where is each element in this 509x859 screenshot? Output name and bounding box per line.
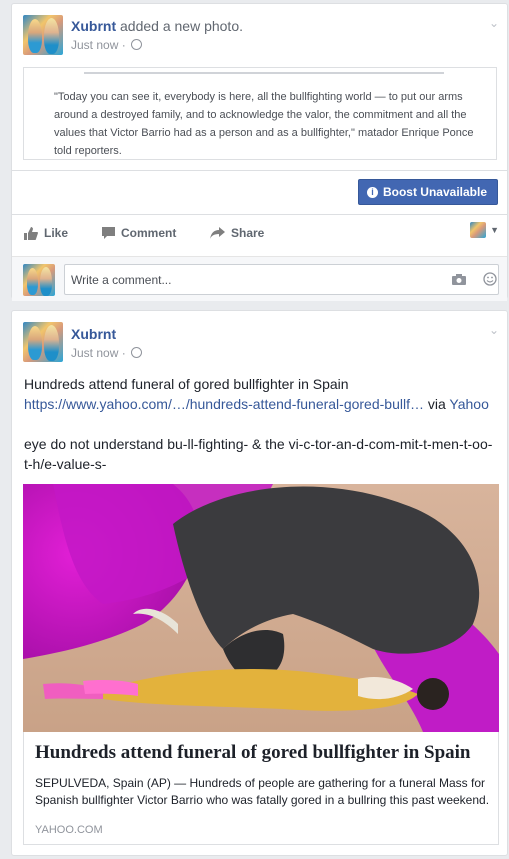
- link-preview-card[interactable]: Hundreds attend funeral of gored bullfig…: [23, 732, 499, 845]
- cropped-text-remnant: [84, 68, 444, 74]
- thumbs-up-icon: [24, 226, 38, 240]
- link-preview-description: SEPULVEDA, Spain (AP) — Hundreds of peop…: [35, 776, 490, 807]
- comment-button[interactable]: Comment: [102, 226, 176, 240]
- divider: [12, 170, 507, 171]
- post-url-link[interactable]: https://www.yahoo.com/…/hundreds-attend-…: [24, 396, 424, 412]
- link-preview-domain: YAHOO.COM: [35, 824, 103, 836]
- post-text: Hundreds attend funeral of gored bullfig…: [24, 374, 494, 474]
- share-label: Share: [231, 226, 265, 240]
- comment-input[interactable]: Write a comment...: [64, 264, 499, 295]
- small-avatar: [470, 222, 487, 238]
- info-icon: i: [366, 186, 378, 198]
- post-meta: Just now ·: [71, 38, 143, 52]
- comment-composer: Write a comment...: [12, 256, 507, 301]
- bullfight-photo: [23, 484, 499, 732]
- author-name[interactable]: Xubrnt: [71, 326, 116, 342]
- link-preview-image[interactable]: [23, 484, 499, 732]
- author-avatar[interactable]: [23, 322, 63, 362]
- post-card-photo: Xubrnt added a new photo. Just now · ⌄ "…: [11, 3, 508, 301]
- caret-down-icon: ▼: [490, 225, 499, 235]
- post-link-line: https://www.yahoo.com/…/hundreds-attend-…: [24, 394, 494, 414]
- comment-icon: [102, 227, 115, 239]
- post-as-selector[interactable]: ▼: [470, 222, 499, 238]
- post-comment-text: eye do not understand bu-ll-fighting- & …: [24, 436, 493, 472]
- like-label: Like: [44, 226, 69, 240]
- timestamp[interactable]: Just now: [71, 38, 118, 52]
- camera-icon[interactable]: [452, 274, 466, 285]
- share-button[interactable]: Share: [210, 226, 264, 240]
- comment-placeholder: Write a comment...: [71, 273, 172, 287]
- globe-icon: [131, 39, 143, 50]
- via-text: via: [427, 396, 446, 412]
- author-avatar[interactable]: [23, 15, 63, 55]
- commenter-avatar: [23, 264, 55, 296]
- author-name[interactable]: Xubrnt: [71, 18, 116, 34]
- quote-text: "Today you can see it, everybody is here…: [54, 91, 474, 157]
- boost-button[interactable]: i Boost Unavailable: [357, 179, 498, 205]
- post-meta: Just now ·: [71, 346, 143, 360]
- link-preview-title[interactable]: Hundreds attend funeral of gored bullfig…: [35, 742, 471, 764]
- quoted-text-image[interactable]: "Today you can see it, everybody is here…: [23, 67, 497, 160]
- post-header: Xubrnt added a new photo.: [71, 18, 243, 34]
- globe-icon: [131, 347, 143, 358]
- chevron-down-icon[interactable]: ⌄: [489, 16, 499, 30]
- post-card-link: Xubrnt Just now · ⌄ Hundreds attend fune…: [11, 310, 508, 856]
- share-icon: [210, 227, 225, 239]
- divider: [12, 214, 507, 215]
- like-button[interactable]: Like: [24, 226, 68, 240]
- chevron-down-icon[interactable]: ⌄: [489, 323, 499, 337]
- boost-label: Boost Unavailable: [382, 185, 487, 199]
- emoji-icon[interactable]: [483, 272, 497, 286]
- via-source-link[interactable]: Yahoo: [449, 396, 488, 412]
- comment-label: Comment: [121, 226, 177, 240]
- post-action-text: added a new photo.: [120, 18, 243, 34]
- post-text-line: Hundreds attend funeral of gored bullfig…: [24, 376, 349, 392]
- timestamp[interactable]: Just now: [71, 346, 118, 360]
